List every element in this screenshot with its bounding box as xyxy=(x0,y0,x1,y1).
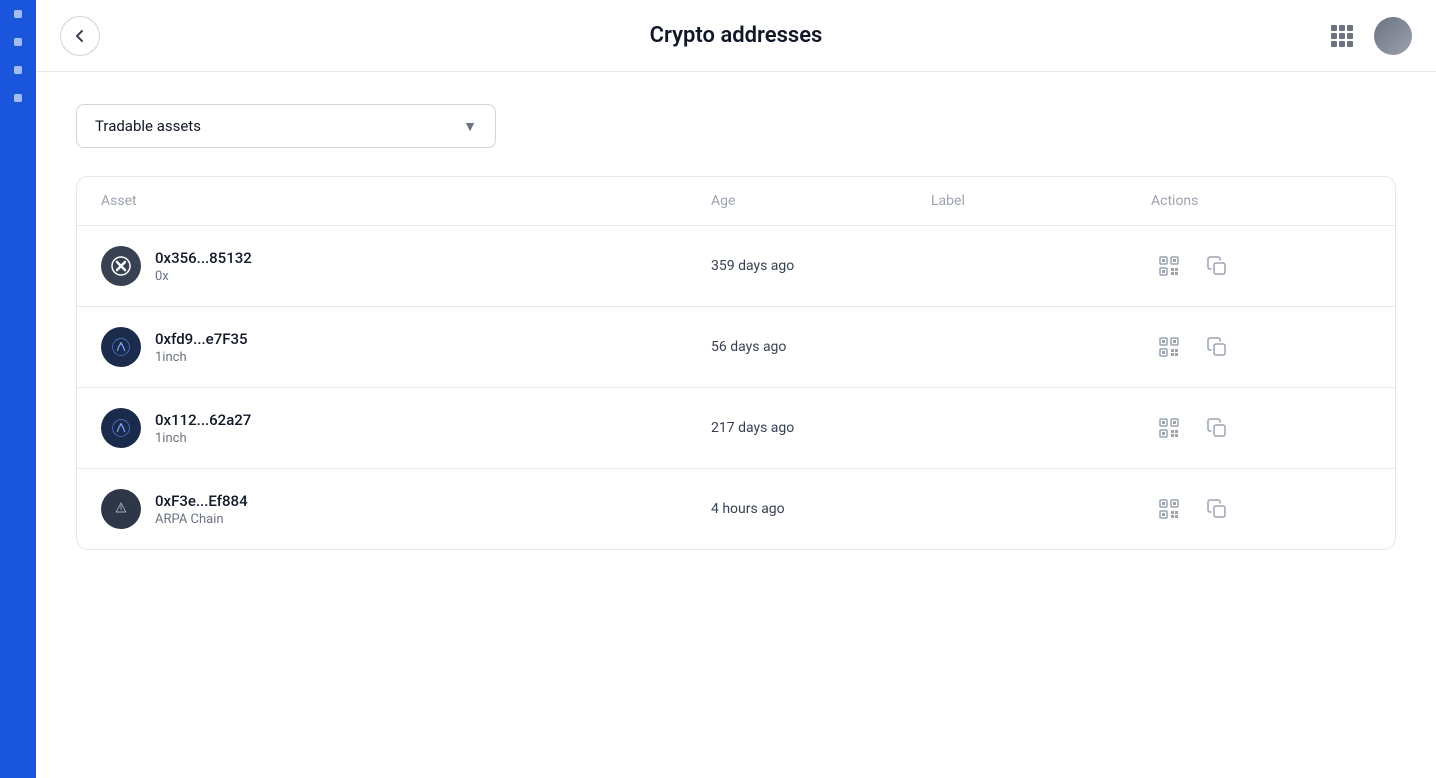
asset-info: 0x356...85132 0x xyxy=(155,249,252,284)
sidebar-item-3 xyxy=(14,66,22,74)
asset-cell: 0xfd9...e7F35 1inch xyxy=(101,327,711,367)
table-row: 0x112...62a27 1inch 217 days ago xyxy=(77,388,1395,469)
back-button[interactable] xyxy=(60,16,100,56)
address-text: 0xfd9...e7F35 xyxy=(155,330,248,348)
address-text: 0xF3e...Ef884 xyxy=(155,492,248,510)
asset-filter-dropdown[interactable]: Tradable assets ▼ xyxy=(76,104,496,148)
header-left xyxy=(60,16,100,56)
copy-address-button[interactable] xyxy=(1199,248,1235,284)
age-cell: 217 days ago xyxy=(711,420,931,436)
asset-name-text: ARPA Chain xyxy=(155,512,248,527)
asset-icon-1inch-2 xyxy=(101,408,141,448)
qr-code-button[interactable] xyxy=(1151,410,1187,446)
column-age: Age xyxy=(711,193,931,209)
asset-cell: 0x112...62a27 1inch xyxy=(101,408,711,448)
sidebar-item-2 xyxy=(14,38,22,46)
column-label: Label xyxy=(931,193,1151,209)
address-text: 0x112...62a27 xyxy=(155,411,251,429)
copy-address-button[interactable] xyxy=(1199,491,1235,527)
table-row: 0xF3e...Ef884 ARPA Chain 4 hours ago xyxy=(77,469,1395,549)
copy-address-button[interactable] xyxy=(1199,329,1235,365)
apps-button[interactable] xyxy=(1322,16,1362,56)
table-row: 0xfd9...e7F35 1inch 56 days ago xyxy=(77,307,1395,388)
asset-icon-1inch xyxy=(101,327,141,367)
asset-cell: 0x356...85132 0x xyxy=(101,246,711,286)
column-asset: Asset xyxy=(101,193,711,209)
age-cell: 4 hours ago xyxy=(711,501,931,517)
asset-name-text: 0x xyxy=(155,269,252,284)
header: Crypto addresses xyxy=(36,0,1436,72)
addresses-table: Asset Age Label Actions 0x356 xyxy=(76,176,1396,550)
header-right xyxy=(1322,16,1412,56)
qr-code-button[interactable] xyxy=(1151,329,1187,365)
asset-info: 0x112...62a27 1inch xyxy=(155,411,251,446)
actions-cell xyxy=(1151,491,1371,527)
asset-icon-arpa xyxy=(101,489,141,529)
actions-cell xyxy=(1151,329,1371,365)
grid-icon xyxy=(1331,25,1353,47)
asset-name-text: 1inch xyxy=(155,431,251,446)
dropdown-label: Tradable assets xyxy=(95,117,201,135)
age-cell: 56 days ago xyxy=(711,339,931,355)
sidebar-item-4 xyxy=(14,94,22,102)
column-actions: Actions xyxy=(1151,193,1371,209)
qr-code-button[interactable] xyxy=(1151,248,1187,284)
qr-code-button[interactable] xyxy=(1151,491,1187,527)
chevron-down-icon: ▼ xyxy=(463,118,477,135)
sidebar-item-1 xyxy=(14,10,22,18)
table-row: 0x356...85132 0x 359 days ago xyxy=(77,226,1395,307)
sidebar xyxy=(0,0,36,778)
asset-name-text: 1inch xyxy=(155,350,248,365)
address-text: 0x356...85132 xyxy=(155,249,252,267)
asset-info: 0xfd9...e7F35 1inch xyxy=(155,330,248,365)
age-cell: 359 days ago xyxy=(711,258,931,274)
dropdown-container: Tradable assets ▼ xyxy=(76,104,1396,148)
asset-cell: 0xF3e...Ef884 ARPA Chain xyxy=(101,489,711,529)
copy-address-button[interactable] xyxy=(1199,410,1235,446)
page-title: Crypto addresses xyxy=(650,23,823,48)
asset-icon-0x xyxy=(101,246,141,286)
main-content: Crypto addresses Tradable assets ▼ xyxy=(36,0,1436,778)
actions-cell xyxy=(1151,248,1371,284)
asset-info: 0xF3e...Ef884 ARPA Chain xyxy=(155,492,248,527)
avatar[interactable] xyxy=(1374,17,1412,55)
table-header: Asset Age Label Actions xyxy=(77,177,1395,226)
content-area: Tradable assets ▼ Asset Age Label Action… xyxy=(36,72,1436,778)
actions-cell xyxy=(1151,410,1371,446)
